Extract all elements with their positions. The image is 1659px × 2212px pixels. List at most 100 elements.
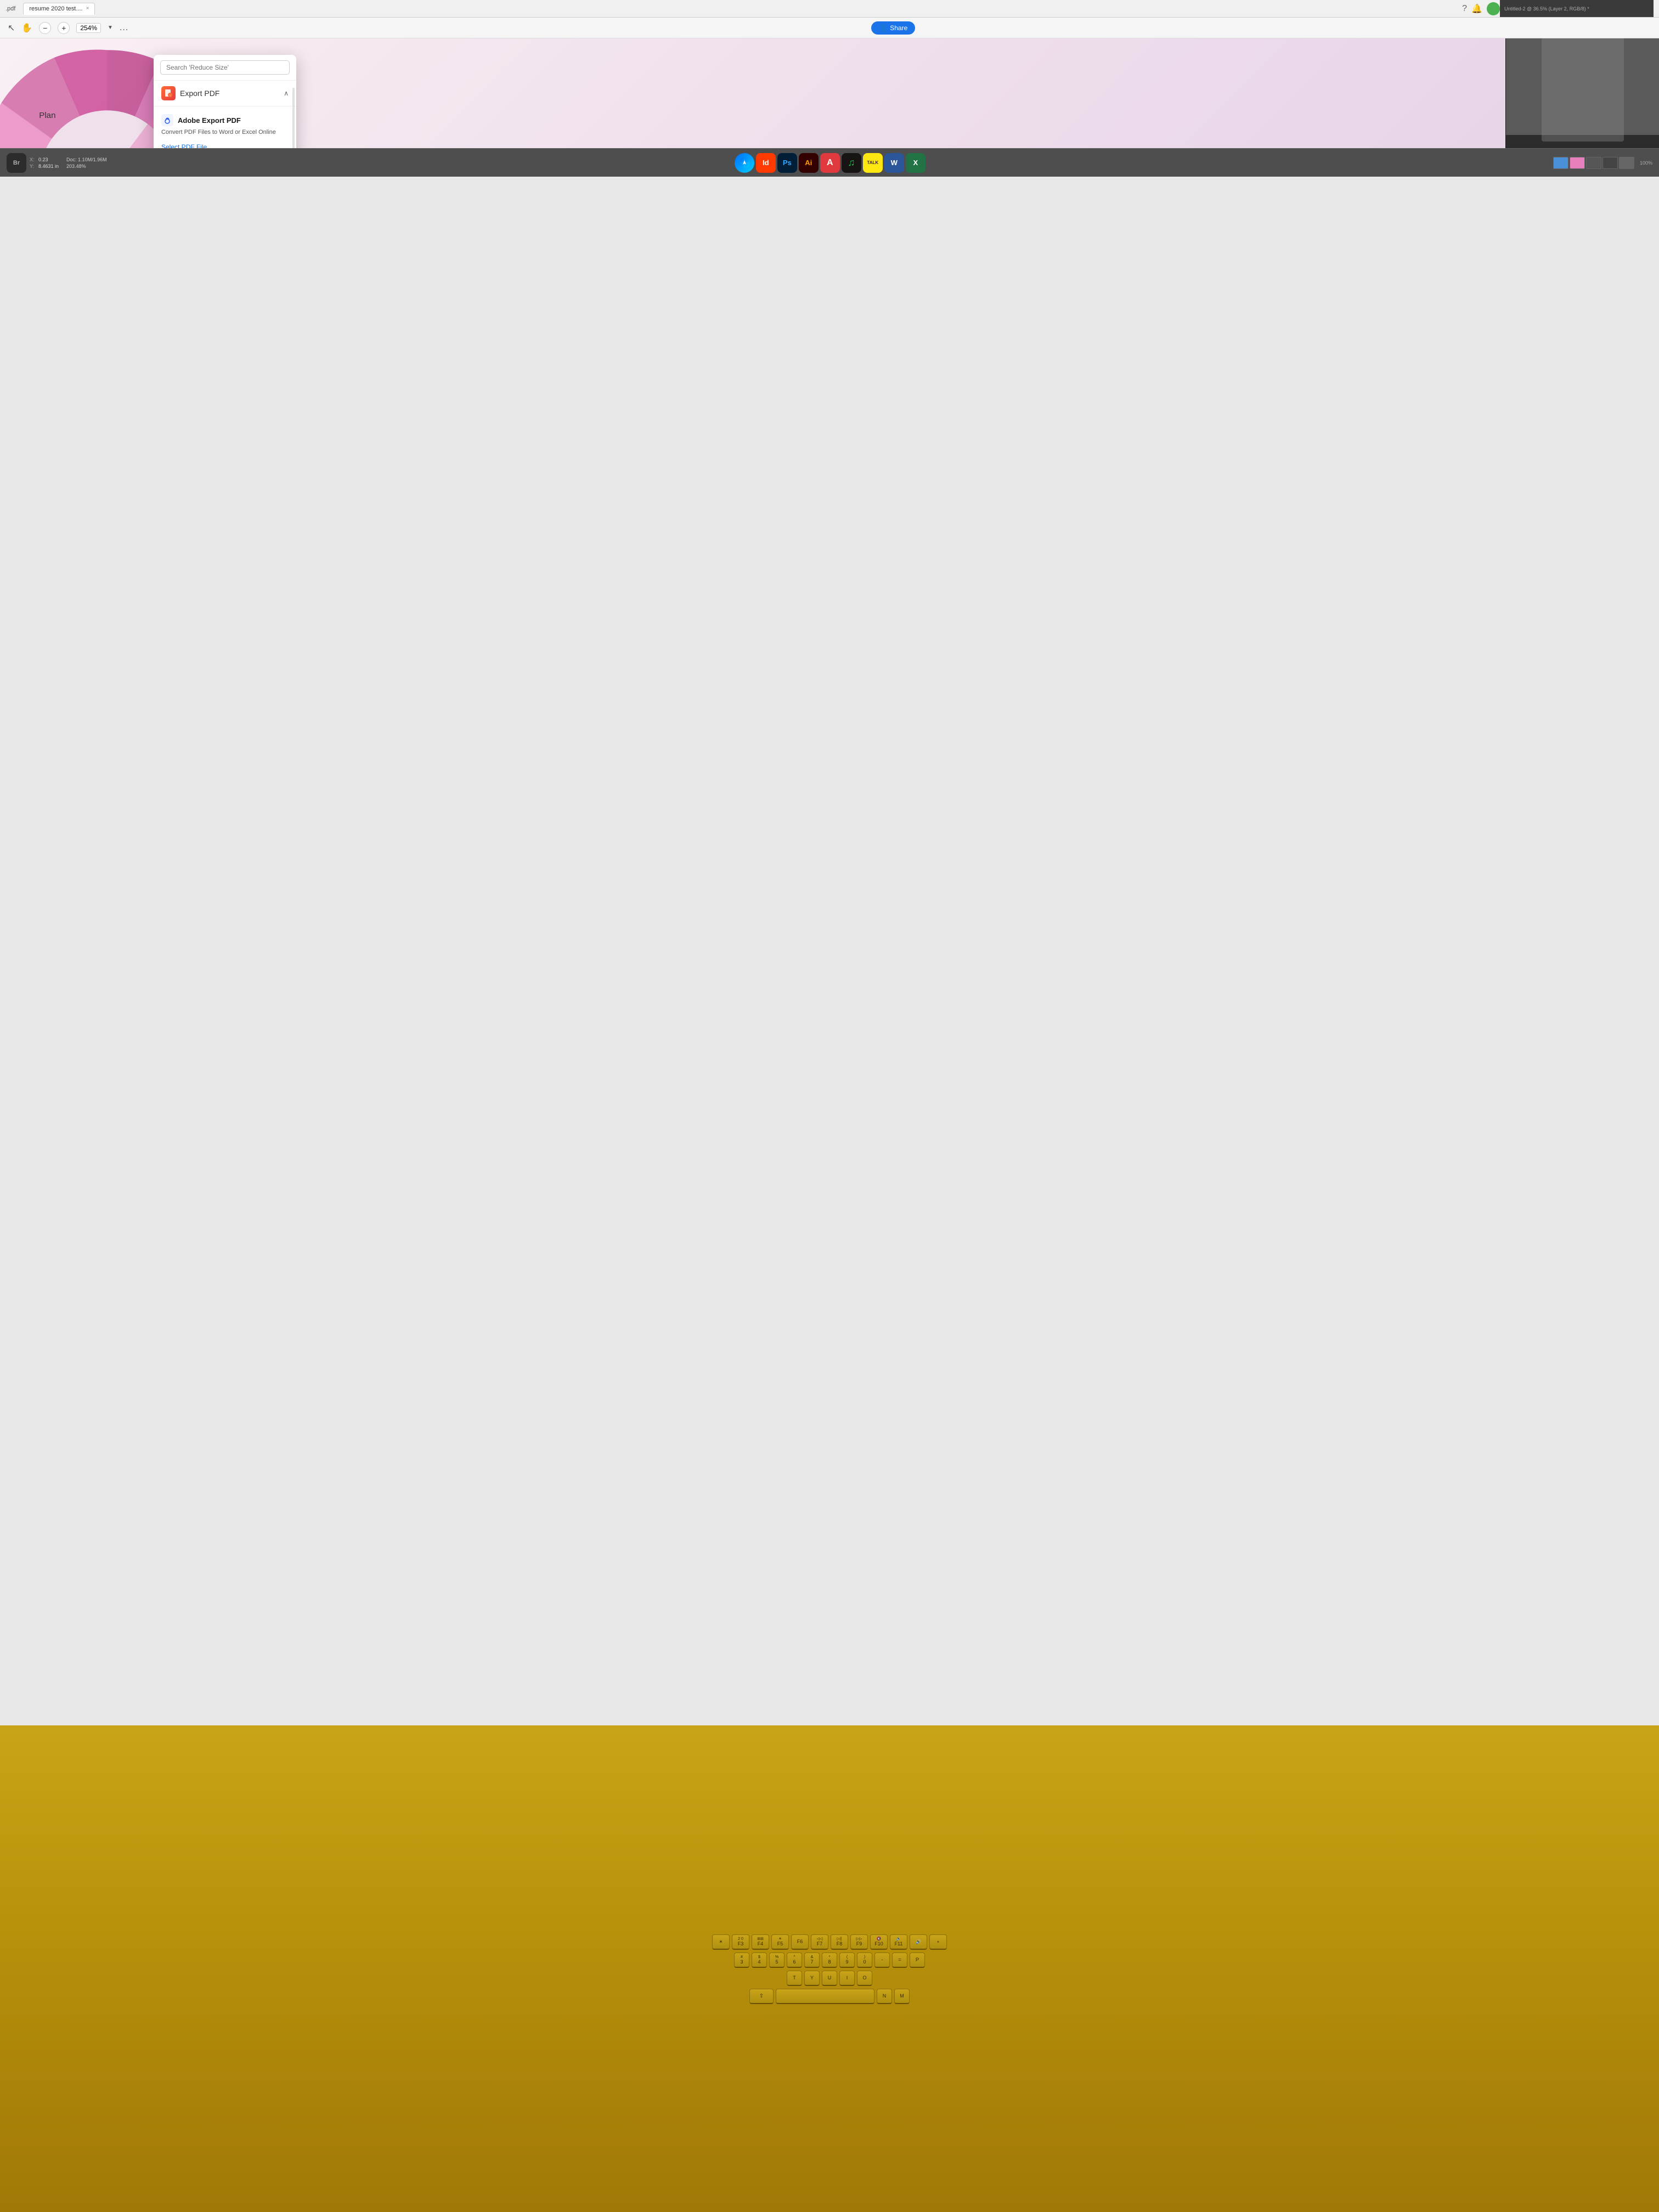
more-options-button[interactable]: ...: [120, 23, 128, 33]
key-f7[interactable]: ◁◁F7: [811, 1934, 828, 1950]
top-right-controls: ? 🔔: [1462, 2, 1500, 15]
dock-app-acrobat[interactable]: A: [820, 153, 840, 173]
key-m[interactable]: M: [894, 1989, 910, 2004]
key-y[interactable]: Y: [804, 1971, 820, 1986]
key-equals[interactable]: =: [892, 1953, 907, 1968]
key-space[interactable]: [776, 1989, 874, 2004]
key-f9[interactable]: ▷▷F9: [850, 1934, 868, 1950]
key-5[interactable]: %5: [769, 1953, 785, 1968]
key-shift[interactable]: ⇧: [749, 1989, 774, 2004]
y-value: 8.4631 in: [38, 163, 59, 169]
dock-app-illustrator[interactable]: Ai: [799, 153, 819, 173]
taskbar: Br X: 0.23 Y: 8.4631 in Doc: 1.10M/1.96M…: [0, 148, 1659, 177]
cursor-tool[interactable]: ↖: [8, 22, 15, 33]
thumbnail-1[interactable]: [1553, 157, 1568, 169]
dock-app-excel[interactable]: X: [906, 153, 926, 173]
key-6[interactable]: ^6: [787, 1953, 802, 1968]
dock-app-indesign[interactable]: Id: [756, 153, 776, 173]
export-pdf-panel: ↑ Export PDF ∧: [154, 55, 296, 148]
y-label: Y:: [30, 163, 36, 169]
taskbar-left: Br X: 0.23 Y: 8.4631 in Doc: 1.10M/1.96M…: [7, 153, 111, 173]
zoom-in-button[interactable]: +: [58, 22, 70, 34]
x-value: 0.23: [38, 157, 48, 162]
select-pdf-label[interactable]: Select PDF File: [161, 143, 289, 148]
panel-header: ↑ Export PDF ∧: [154, 81, 296, 106]
tab-close-button[interactable]: ×: [86, 5, 89, 12]
dock-app-kakao[interactable]: TALK: [863, 153, 883, 173]
zoom-percent: 100%: [1640, 160, 1652, 166]
dock-app-photoshop[interactable]: Ps: [777, 153, 797, 173]
content-area: Photoshop Excel WordPres Plan III Salesf…: [0, 38, 1659, 148]
panel-header-left: ↑ Export PDF: [161, 86, 219, 100]
active-tab[interactable]: resume 2020 test.... ×: [23, 3, 95, 15]
excel-label: X: [913, 159, 918, 167]
key-f8[interactable]: ▷||F8: [831, 1934, 848, 1950]
key-o[interactable]: O: [857, 1971, 872, 1986]
key-t[interactable]: T: [787, 1971, 802, 1986]
panel-collapse-button[interactable]: ∧: [284, 89, 289, 97]
tab-area: .pdf resume 2020 test.... ×: [5, 3, 1462, 15]
key-p[interactable]: P: [910, 1953, 925, 1968]
zoom-out-button[interactable]: −: [39, 22, 51, 34]
dock-app-word[interactable]: W: [884, 153, 904, 173]
key-0[interactable]: )0: [857, 1953, 872, 1968]
thumbnail-5[interactable]: [1619, 157, 1634, 169]
svg-text:↑: ↑: [170, 94, 171, 98]
adobe-cloud-icon: [161, 114, 173, 126]
export-pdf-icon: ↑: [161, 86, 176, 100]
indesign-label: Id: [763, 159, 769, 167]
key-f4[interactable]: ⊞⊞F4: [752, 1934, 769, 1950]
key-8[interactable]: *8: [822, 1953, 837, 1968]
help-icon[interactable]: ?: [1462, 4, 1467, 14]
ps-canvas: [1506, 38, 1659, 135]
zoom-level[interactable]: 254%: [76, 23, 101, 33]
adobe-section-title: Adobe Export PDF: [161, 114, 289, 126]
key-n[interactable]: N: [877, 1989, 892, 2004]
bottom-row: ⇧ N M: [749, 1989, 910, 2004]
key-f6[interactable]: F6: [791, 1934, 809, 1950]
key-i[interactable]: I: [839, 1971, 855, 1986]
key-minus[interactable]: -: [874, 1953, 890, 1968]
bell-icon[interactable]: 🔔: [1471, 3, 1482, 14]
key-brightness-down[interactable]: ☀: [712, 1934, 730, 1950]
key-dollar[interactable]: $4: [752, 1953, 767, 1968]
adobe-section-label: Adobe Export PDF: [178, 116, 241, 125]
key-f5[interactable]: ☀F5: [771, 1934, 789, 1950]
key-volume-up[interactable]: 🔊: [910, 1934, 927, 1950]
y-coord-row: Y: 8.4631 in: [30, 163, 59, 169]
dropdown-arrow-icon[interactable]: ▼: [108, 25, 113, 31]
doc-info: Doc: 1.10M/1.96M: [66, 157, 107, 162]
key-hash[interactable]: #3: [734, 1953, 749, 1968]
kakao-label: TALK: [867, 160, 878, 165]
dock-app-safari[interactable]: [735, 153, 754, 173]
x-label: X:: [30, 157, 36, 162]
top-bar: .pdf resume 2020 test.... × ? 🔔 Untitled…: [0, 0, 1659, 18]
pdf-tab-label[interactable]: .pdf: [5, 5, 15, 12]
key-7[interactable]: &7: [804, 1953, 820, 1968]
share-button[interactable]: 👤 Share: [871, 21, 915, 35]
panel-scrollbar[interactable]: [292, 88, 295, 148]
taskbar-apps: Id Ps Ai A ♫ TALK W: [114, 153, 1547, 173]
panel-search-input[interactable]: [160, 60, 290, 75]
key-f3[interactable]: 2 0F3: [732, 1934, 749, 1950]
share-label: Share: [890, 24, 907, 32]
dock-app-spotify[interactable]: ♫: [842, 153, 861, 173]
key-plus[interactable]: +: [929, 1934, 947, 1950]
key-u[interactable]: U: [822, 1971, 837, 1986]
dock-app-bridge[interactable]: Br: [7, 153, 26, 173]
thumbnail-2[interactable]: [1570, 157, 1585, 169]
tab-title: resume 2020 test....: [29, 5, 82, 12]
key-f10[interactable]: 🔇F10: [870, 1934, 888, 1950]
taskbar-info-area: Doc: 1.10M/1.96M 203.48%: [66, 157, 111, 169]
share-icon: 👤: [879, 24, 888, 32]
ps-title-area: Untitled-2 @ 36.5% (Layer 2, RGB/8) *: [1500, 0, 1654, 17]
panel-search-area: [154, 55, 296, 81]
key-f11[interactable]: 🔉F11: [890, 1934, 907, 1950]
thumbnail-4[interactable]: [1602, 157, 1618, 169]
thumbnail-3[interactable]: [1586, 157, 1601, 169]
taskbar-coords: X: 0.23 Y: 8.4631 in: [30, 157, 59, 169]
dock-thumbnails: [1553, 157, 1634, 169]
toolbar: ↖ ✋ − + 254% ▼ ... 👤 Share: [0, 18, 1659, 38]
key-9[interactable]: (9: [839, 1953, 855, 1968]
hand-tool[interactable]: ✋: [21, 22, 32, 33]
